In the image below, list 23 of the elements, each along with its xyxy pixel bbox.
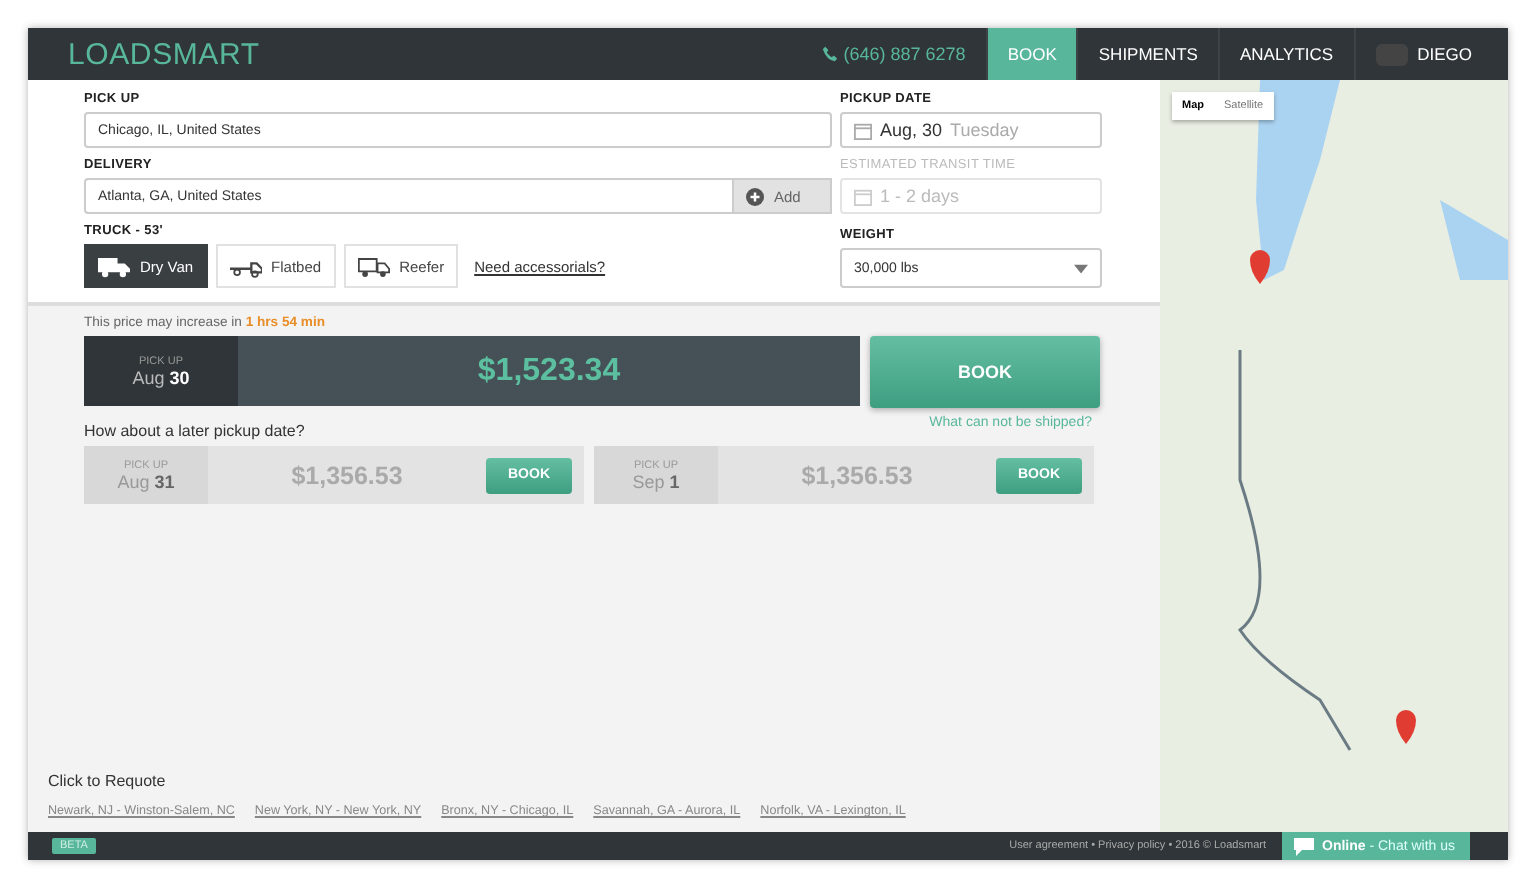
reefer-truck-icon <box>357 255 390 277</box>
map-drawing[interactable] <box>1160 80 1508 832</box>
truck-icon <box>98 255 130 277</box>
calendar-icon <box>854 121 872 139</box>
pickup-date: Aug 31 <box>117 471 175 491</box>
user-name[interactable]: DIEGO <box>1417 44 1472 64</box>
price: $1,523.34 <box>475 353 623 389</box>
plus-circle-icon <box>746 187 764 205</box>
section-title: How about a later pickup date? <box>84 422 305 440</box>
price: $1,356.53 <box>289 461 405 489</box>
logo[interactable]: LOADSMART <box>68 37 260 71</box>
chat-bubble-icon <box>1294 837 1314 855</box>
date-field[interactable]: Aug, 30 Tuesday <box>840 112 1102 148</box>
section-title: Click to Requote <box>48 772 168 790</box>
transit-field: 1 - 2 days <box>840 178 1102 214</box>
price: $1,356.53 <box>799 461 915 489</box>
book-button[interactable]: BOOK <box>870 336 1100 408</box>
calendar-icon <box>854 187 872 205</box>
phone-icon <box>821 46 838 62</box>
pickup-date: Aug 30 <box>132 367 190 387</box>
caret-icon <box>1074 263 1088 273</box>
pickup-date: Sep 1 <box>632 471 680 491</box>
phone-number: (646) 887 6278 <box>821 44 966 64</box>
